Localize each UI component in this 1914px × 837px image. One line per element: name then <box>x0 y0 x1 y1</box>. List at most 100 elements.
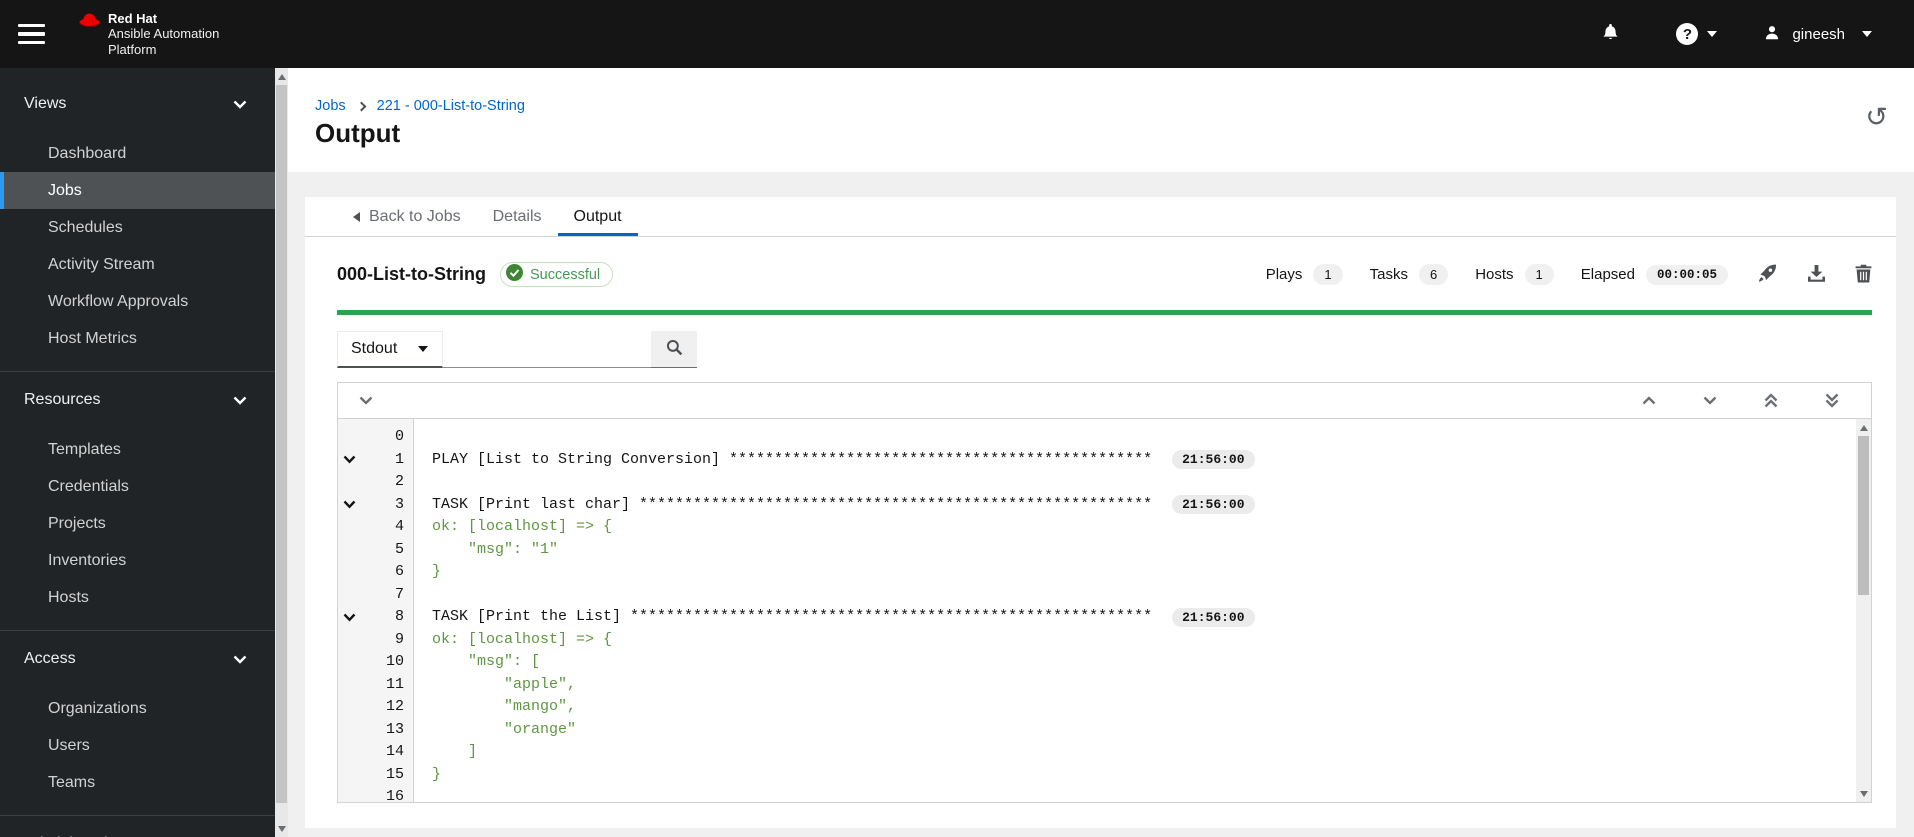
brand-line1: Red Hat <box>108 10 158 26</box>
download-output-button[interactable] <box>1807 264 1826 286</box>
console-scroll-down-arrow[interactable] <box>1856 786 1871 801</box>
expand-collapse-all-icon[interactable] <box>353 394 379 407</box>
sidebar-item-label: Organizations <box>48 699 147 717</box>
console-scrollbar-thumb[interactable] <box>1858 436 1869 595</box>
tab-output[interactable]: Output <box>558 197 638 236</box>
scroll-up-icon[interactable] <box>1636 394 1662 407</box>
expand-line-icon[interactable] <box>343 613 356 622</box>
nav-toggle-menu-icon[interactable] <box>18 14 64 54</box>
line-text: "orange" <box>432 720 577 738</box>
line-timestamp[interactable]: 21:56:00 <box>1172 495 1255 515</box>
breadcrumb: Jobs 221 - 000-List-to-String <box>315 98 525 114</box>
stat-label: Elapsed <box>1580 266 1635 283</box>
line-content <box>414 426 432 449</box>
sidebar-section-label: Access <box>24 650 76 667</box>
sidebar-section-access[interactable]: Access <box>0 641 275 677</box>
scrollbar-thumb[interactable] <box>276 85 287 803</box>
sidebar-item-jobs[interactable]: Jobs <box>0 172 275 209</box>
search-input[interactable] <box>443 331 651 368</box>
sidebar-item-label: Templates <box>48 440 121 458</box>
job-stats: Plays 1 Tasks 6 Hosts 1 Elapsed 00:00:05 <box>1266 263 1872 286</box>
caret-down-icon <box>1707 31 1718 37</box>
sidebar-item-host-metrics[interactable]: Host Metrics <box>0 320 275 357</box>
output-line: 1 PLAY [List to String Conversion] ******… <box>338 449 1871 472</box>
job-output-console: 0 1 PLAY [List to String Conversion] *****… <box>337 419 1872 803</box>
sidebar-item-dashboard[interactable]: Dashboard <box>0 135 275 172</box>
sidebar-item-label: Host Metrics <box>48 329 137 347</box>
sidebar-item-projects[interactable]: Projects <box>0 505 275 542</box>
console-scroll-up-arrow[interactable] <box>1856 420 1871 435</box>
main-scrollbar[interactable] <box>275 68 288 837</box>
relaunch-button[interactable] <box>1757 263 1778 286</box>
scrollbar-up-arrow[interactable] <box>275 69 288 84</box>
sidebar-item-schedules[interactable]: Schedules <box>0 209 275 246</box>
activity-history-icon[interactable]: ↺ <box>1865 104 1888 131</box>
sidebar-item-organizations[interactable]: Organizations <box>0 690 275 727</box>
scroll-down-icon[interactable] <box>1697 394 1723 407</box>
output-line: 11 "apple", <box>338 674 1871 697</box>
user-menu-button[interactable]: gineesh <box>1763 23 1872 45</box>
job-header-row: 000-List-to-String Successful Plays 1 Ta… <box>305 237 1896 287</box>
breadcrumb-job-link[interactable]: 221 - 000-List-to-String <box>377 98 525 114</box>
tab-details[interactable]: Details <box>477 197 558 236</box>
sidebar-divider <box>0 371 275 372</box>
sidebar-item-label: Workflow Approvals <box>48 292 189 310</box>
line-gutter: 12 <box>338 696 414 719</box>
console-scrollbar[interactable] <box>1856 419 1871 802</box>
help-menu-button[interactable]: ? <box>1676 23 1718 45</box>
output-line: 6} <box>338 561 1871 584</box>
sidebar-item-teams[interactable]: Teams <box>0 764 275 801</box>
brand-line3: Platform <box>108 41 157 57</box>
sidebar-item-workflow-approvals[interactable]: Workflow Approvals <box>0 283 275 320</box>
sidebar-item-activity-stream[interactable]: Activity Stream <box>0 246 275 283</box>
expand-line-icon[interactable] <box>343 455 356 464</box>
scroll-to-bottom-icon[interactable] <box>1819 391 1845 410</box>
sidebar-section-items: Templates Credentials Projects Inventories H… <box>0 431 275 616</box>
sidebar-item-inventories[interactable]: Inventories <box>0 542 275 579</box>
line-number: 6 <box>394 563 404 580</box>
line-timestamp[interactable]: 21:56:00 <box>1172 450 1255 470</box>
stat-label: Plays <box>1265 266 1303 283</box>
sidebar-item-credentials[interactable]: Credentials <box>0 468 275 505</box>
line-content: } <box>414 764 441 787</box>
breadcrumb-jobs-link[interactable]: Jobs <box>315 98 346 114</box>
sidebar-item-label: Credentials <box>48 477 129 495</box>
status-badge[interactable]: Successful <box>500 262 614 287</box>
sidebar-item-hosts[interactable]: Hosts <box>0 579 275 616</box>
chevron-down-icon <box>233 655 247 664</box>
sidebar-section-administration[interactable]: Administration <box>0 826 275 837</box>
line-timestamp[interactable]: 21:56:00 <box>1172 607 1255 627</box>
sidebar-item-label: Inventories <box>48 551 127 569</box>
trash-icon <box>1855 264 1872 286</box>
sidebar-item-templates[interactable]: Templates <box>0 431 275 468</box>
sidebar-item-users[interactable]: Users <box>0 727 275 764</box>
line-content: TASK [Print the List] ******************… <box>414 606 1255 629</box>
output-line: 9 ok: [localhost] => { <box>338 629 1871 652</box>
scroll-to-top-icon[interactable] <box>1758 391 1784 410</box>
chevron-down-icon <box>233 100 247 109</box>
tab-back-to-jobs[interactable]: Back to Jobs <box>337 197 477 236</box>
line-content <box>414 786 432 802</box>
line-gutter: 7 <box>338 584 414 607</box>
line-text: ok: [localhost] => { <box>432 630 613 648</box>
sidebar-divider <box>0 815 275 816</box>
masthead: Red Hat Ansible Automation Platform ? gi… <box>0 0 1914 68</box>
line-gutter: 8 <box>338 606 414 629</box>
delete-job-button[interactable] <box>1855 264 1872 286</box>
tab-label: Back to Jobs <box>369 207 461 225</box>
search-button[interactable] <box>651 331 697 368</box>
sidebar-section-resources[interactable]: Resources <box>0 382 275 418</box>
line-text: ok: [localhost] => { <box>432 518 613 535</box>
notifications-button[interactable] <box>1601 22 1620 46</box>
sidebar-item-label: Hosts <box>48 588 89 606</box>
tab-bar: Back to Jobs Details Output <box>305 197 1896 237</box>
expand-line-icon[interactable] <box>343 500 356 509</box>
line-content: ] <box>414 741 477 764</box>
line-number: 7 <box>394 585 404 603</box>
output-line: 12 "mango", <box>338 696 1871 719</box>
sidebar-section-views[interactable]: Views <box>0 86 275 122</box>
brand-logo: Red Hat Ansible Automation Platform <box>78 11 219 58</box>
stdout-filter-select[interactable]: Stdout <box>337 331 443 368</box>
scrollbar-down-arrow[interactable] <box>275 821 288 836</box>
output-line: 14 ] <box>338 741 1871 764</box>
